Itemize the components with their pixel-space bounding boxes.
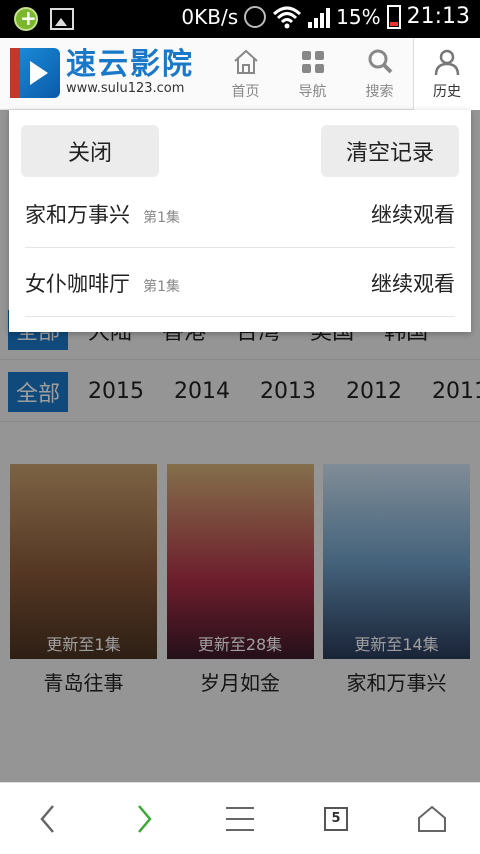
nav-guide[interactable]: 导航 <box>279 38 346 110</box>
tabs-button[interactable]: 5 <box>288 783 384 854</box>
image-notification-icon <box>50 8 74 30</box>
forward-button[interactable] <box>96 783 192 854</box>
history-item[interactable]: 家和万事兴 第1集 继续观看 <box>25 180 455 248</box>
home-icon <box>233 49 258 74</box>
site-header: 速云影院 www.sulu123.com 首页 导航 搜索 历史 <box>0 38 480 110</box>
history-item-title: 女仆咖啡厅 <box>25 271 130 296</box>
home-button[interactable] <box>384 783 480 854</box>
continue-watching-link[interactable]: 继续观看 <box>371 199 455 229</box>
close-button[interactable]: 关闭 <box>21 125 159 177</box>
nav-search-label: 搜索 <box>365 84 394 100</box>
logo-url: www.sulu123.com <box>66 81 185 96</box>
wifi-icon <box>273 6 302 28</box>
status-bar: 0KB/s 15% 21:13 <box>0 0 480 38</box>
nav-home-label: 首页 <box>231 84 260 100</box>
menu-icon <box>226 806 254 831</box>
search-icon <box>368 49 392 74</box>
nav-home[interactable]: 首页 <box>212 38 279 110</box>
history-item[interactable]: 女仆咖啡厅 第1集 继续观看 <box>25 249 455 317</box>
back-button[interactable] <box>0 783 96 854</box>
clock-time: 21:13 <box>406 4 470 29</box>
history-item-episode: 第1集 <box>143 278 181 295</box>
user-icon <box>434 49 460 76</box>
logo-title: 速云影院 <box>66 47 194 82</box>
history-item-title: 家和万事兴 <box>25 202 130 227</box>
menu-button[interactable] <box>192 783 288 854</box>
continue-watching-link[interactable]: 继续观看 <box>371 268 455 298</box>
main-nav: 首页 导航 搜索 历史 <box>212 38 480 110</box>
nav-guide-label: 导航 <box>298 84 327 100</box>
home-outline-icon <box>418 805 446 832</box>
nav-history-label: 历史 <box>433 84 461 100</box>
grid-icon <box>301 51 324 73</box>
battery-icon <box>386 4 401 29</box>
logo-play-icon <box>10 48 60 98</box>
network-speed: 0KB/s <box>181 4 239 29</box>
app-notification-icon <box>14 6 38 31</box>
tab-count: 5 <box>324 806 348 831</box>
history-panel: 关闭 清空记录 家和万事兴 第1集 继续观看 女仆咖啡厅 第1集 继续观看 <box>9 110 471 332</box>
chevron-right-icon <box>138 804 152 833</box>
alarm-icon <box>244 5 267 28</box>
nav-history[interactable]: 历史 <box>413 38 480 110</box>
browser-toolbar: 5 <box>0 782 480 854</box>
site-logo[interactable]: 速云影院 www.sulu123.com <box>10 48 194 98</box>
signal-icon <box>308 6 331 28</box>
nav-search[interactable]: 搜索 <box>346 38 413 110</box>
history-item-episode: 第1集 <box>143 209 181 226</box>
battery-percent: 15% <box>336 4 381 29</box>
clear-history-button[interactable]: 清空记录 <box>321 125 459 177</box>
chevron-left-icon <box>40 804 54 833</box>
